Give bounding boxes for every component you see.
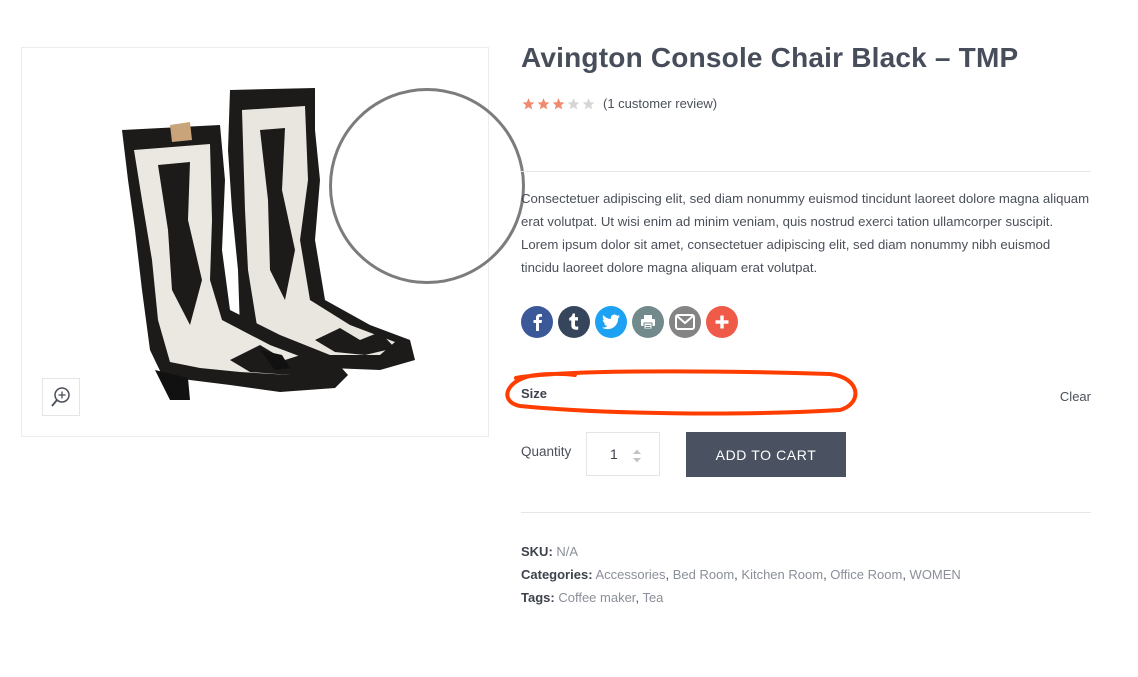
zoom-in-icon bbox=[51, 387, 70, 407]
quantity-stepper[interactable]: 1 bbox=[586, 432, 660, 476]
share-buttons bbox=[521, 306, 743, 338]
tag-link[interactable]: Tea bbox=[642, 590, 663, 605]
twitter-icon bbox=[602, 314, 620, 330]
star-icon bbox=[582, 97, 595, 109]
categories-row: Categories: Accessories, Bed Room, Kitch… bbox=[521, 567, 961, 582]
spinner-arrows-icon[interactable] bbox=[632, 448, 642, 464]
customer-review-link[interactable]: (1 customer review) bbox=[603, 96, 717, 111]
product-description: Consectetuer adipiscing elit, sed diam n… bbox=[521, 191, 1090, 275]
share-facebook-button[interactable] bbox=[521, 306, 553, 338]
sku-value: N/A bbox=[556, 544, 579, 559]
sku-label: SKU: bbox=[521, 544, 553, 559]
star-rating bbox=[521, 97, 596, 111]
tags-row: Tags: Coffee maker, Tea bbox=[521, 590, 664, 605]
print-icon bbox=[641, 315, 655, 330]
category-link[interactable]: Kitchen Room bbox=[741, 567, 823, 582]
star-icon bbox=[567, 97, 580, 109]
add-to-cart-button[interactable]: ADD TO CART bbox=[686, 432, 846, 477]
zoom-button[interactable] bbox=[42, 378, 80, 416]
share-print-button[interactable] bbox=[632, 306, 664, 338]
plus-icon bbox=[715, 315, 729, 329]
email-icon bbox=[675, 314, 695, 330]
star-icon bbox=[522, 97, 535, 109]
quantity-label: Quantity bbox=[521, 444, 572, 459]
zoom-lens bbox=[329, 88, 525, 284]
divider bbox=[521, 171, 1091, 172]
category-link[interactable]: Bed Room bbox=[673, 567, 734, 582]
tag-link[interactable]: Coffee maker bbox=[558, 590, 635, 605]
categories-label: Categories: bbox=[521, 567, 593, 582]
size-label: Size bbox=[521, 386, 548, 401]
share-tumblr-button[interactable] bbox=[558, 306, 590, 338]
tags-label: Tags: bbox=[521, 590, 555, 605]
facebook-icon bbox=[533, 314, 542, 331]
clear-selection-link[interactable]: Clear bbox=[1060, 389, 1091, 404]
product-rating: (1 customer review) bbox=[521, 96, 717, 111]
share-twitter-button[interactable] bbox=[595, 306, 627, 338]
star-icon bbox=[552, 97, 565, 109]
sku-row: SKU: N/A bbox=[521, 540, 961, 563]
star-icon bbox=[537, 97, 550, 109]
product-title: Avington Console Chair Black – TMP bbox=[521, 42, 1019, 73]
size-variation-row: Size Clear bbox=[521, 384, 1091, 406]
category-link[interactable]: Accessories bbox=[595, 567, 665, 582]
share-more-button[interactable] bbox=[706, 306, 738, 338]
category-link[interactable]: Office Room bbox=[830, 567, 902, 582]
quantity-value: 1 bbox=[610, 446, 618, 462]
share-email-button[interactable] bbox=[669, 306, 701, 338]
product-meta: SKU: N/A Categories: Accessories, Bed Ro… bbox=[521, 540, 961, 609]
tumblr-icon bbox=[569, 313, 579, 330]
category-link[interactable]: WOMEN bbox=[910, 567, 961, 582]
divider bbox=[521, 512, 1091, 513]
